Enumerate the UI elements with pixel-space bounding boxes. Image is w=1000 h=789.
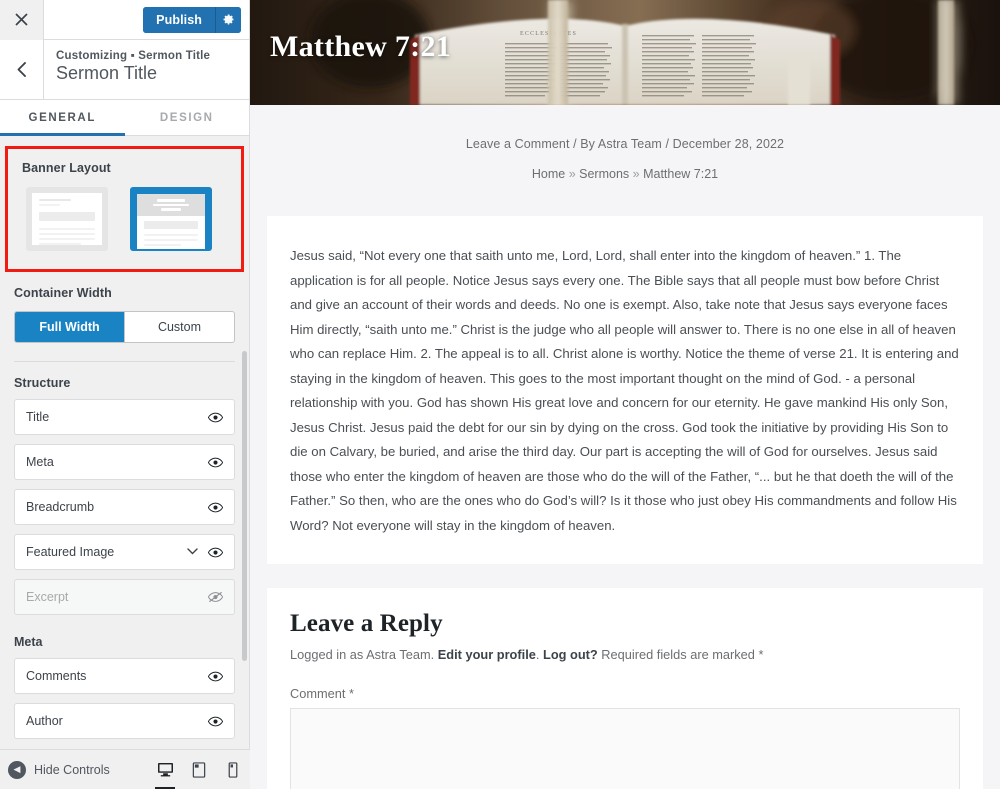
- hide-controls-label: Hide Controls: [34, 762, 110, 777]
- tablet-icon[interactable]: [182, 750, 216, 789]
- site-preview[interactable]: ECCLESIASTES: [250, 0, 1000, 789]
- structure-item-title[interactable]: Title: [14, 399, 235, 435]
- panel-header-text: Customizing ▪ Sermon Title Sermon Title: [44, 40, 210, 99]
- panel-topbar: Publish: [0, 0, 249, 40]
- structure-label: Structure: [14, 376, 71, 390]
- meta-group-list: Comments Author: [0, 658, 249, 739]
- comment-form-card: Leave a Reply Logged in as Astra Team. E…: [267, 588, 983, 789]
- eye-icon[interactable]: [208, 669, 223, 684]
- structure-section: Structure: [0, 362, 249, 390]
- publish-group: Publish: [143, 6, 241, 33]
- customizer-screen: Publish Customizing ▪ Sermon Title Sermo…: [0, 0, 1000, 789]
- post-banner: ECCLESIASTES: [250, 0, 1000, 105]
- structure-item-label: Title: [26, 410, 50, 424]
- edit-profile-link[interactable]: Edit your profile: [438, 647, 536, 662]
- chevron-left-icon[interactable]: [0, 40, 44, 99]
- container-width-toggle: Full Width Custom: [14, 311, 235, 343]
- tab-general[interactable]: GENERAL: [0, 100, 125, 136]
- meta-item-label: Author: [26, 714, 63, 728]
- structure-item-label: Breadcrumb: [26, 500, 95, 514]
- eye-icon[interactable]: [208, 455, 223, 470]
- banner-layout-label: Banner Layout: [22, 161, 111, 175]
- structure-item-label: Featured Image: [26, 545, 115, 559]
- tab-design[interactable]: DESIGN: [125, 100, 250, 135]
- eye-slash-icon[interactable]: [208, 590, 223, 605]
- post-breadcrumb: Home » Sermons » Matthew 7:21: [250, 167, 1000, 181]
- breadcrumb-home[interactable]: Home: [532, 167, 565, 181]
- panel-scroll-area[interactable]: Banner Layout Container Width Full Width…: [0, 136, 249, 789]
- meta-group-label: Meta: [14, 635, 43, 649]
- structure-item-label: Excerpt: [26, 590, 69, 604]
- breadcrumb-separator: »: [632, 167, 640, 181]
- logged-in-notice: Logged in as Astra Team. Edit your profi…: [290, 647, 764, 662]
- structure-item-label: Meta: [26, 455, 54, 469]
- banner-title: Matthew 7:21: [270, 30, 452, 63]
- structure-item-meta[interactable]: Meta: [14, 444, 235, 480]
- breadcrumb: Customizing ▪ Sermon Title: [56, 50, 210, 62]
- hide-controls-button[interactable]: ◀ Hide Controls: [8, 760, 110, 779]
- chevron-left-circle-icon: ◀: [8, 760, 26, 779]
- structure-item-featured-image[interactable]: Featured Image: [14, 534, 235, 570]
- close-icon[interactable]: [0, 0, 44, 40]
- post-content-card: Jesus said, “Not every one that saith un…: [267, 216, 983, 564]
- publish-button[interactable]: Publish: [143, 6, 215, 33]
- desktop-icon[interactable]: [148, 750, 182, 789]
- comment-field-label: Comment *: [290, 686, 355, 701]
- eye-icon[interactable]: [208, 545, 223, 560]
- container-width-label: Container Width: [14, 286, 112, 300]
- logout-link[interactable]: Log out?: [543, 647, 598, 662]
- eye-icon[interactable]: [208, 714, 223, 729]
- chevron-down-icon[interactable]: [187, 547, 198, 558]
- breadcrumb-separator: ▪: [127, 50, 139, 62]
- container-width-full[interactable]: Full Width: [15, 312, 124, 342]
- eye-icon[interactable]: [208, 500, 223, 515]
- panel-header: Customizing ▪ Sermon Title Sermon Title: [0, 40, 249, 100]
- post-meta: Leave a Comment / By Astra Team / Decemb…: [465, 137, 785, 151]
- breadcrumb-prefix: Customizing: [56, 50, 128, 62]
- customizer-panel: Publish Customizing ▪ Sermon Title Sermo…: [0, 0, 250, 789]
- device-preview-switcher: [148, 750, 250, 789]
- layout-option-2[interactable]: [130, 187, 212, 251]
- panel-footer: ◀ Hide Controls: [0, 749, 250, 789]
- post-body-paragraph: Jesus said, “Not every one that saith un…: [290, 248, 959, 533]
- meta-item-label: Comments: [26, 669, 87, 683]
- container-width-section: Container Width Full Width Custom: [0, 272, 249, 343]
- panel-scrollbar[interactable]: [242, 351, 247, 661]
- comment-textarea[interactable]: [290, 708, 960, 789]
- mobile-icon[interactable]: [216, 750, 250, 789]
- breadcrumb-separator: »: [568, 167, 576, 181]
- panel-tabs: GENERAL DESIGN: [0, 100, 249, 136]
- eye-icon[interactable]: [208, 410, 223, 425]
- required-fields-note: Required fields are marked *: [601, 647, 764, 662]
- meta-item-author[interactable]: Author: [14, 703, 235, 739]
- leave-a-reply-title: Leave a Reply: [290, 610, 443, 637]
- banner-layout-options: [22, 187, 227, 251]
- structure-list: Title Meta Breadcrumb Featured Image Exc…: [0, 399, 249, 615]
- layout-option-1[interactable]: [26, 187, 108, 251]
- post-meta-strip: Leave a Comment / By Astra Team / Decemb…: [250, 105, 1000, 181]
- structure-item-breadcrumb[interactable]: Breadcrumb: [14, 489, 235, 525]
- breadcrumb-current: Sermon Title: [138, 50, 211, 62]
- structure-item-excerpt[interactable]: Excerpt: [14, 579, 235, 615]
- meta-item-comments[interactable]: Comments: [14, 658, 235, 694]
- breadcrumb-current: Matthew 7:21: [643, 167, 719, 181]
- page-title: Sermon Title: [56, 63, 158, 83]
- container-width-custom[interactable]: Custom: [124, 312, 234, 342]
- breadcrumb-sermons[interactable]: Sermons: [579, 167, 629, 181]
- logged-in-text: Logged in as Astra Team.: [290, 647, 435, 662]
- gear-icon[interactable]: [215, 6, 241, 33]
- banner-layout-section: Banner Layout: [5, 146, 244, 272]
